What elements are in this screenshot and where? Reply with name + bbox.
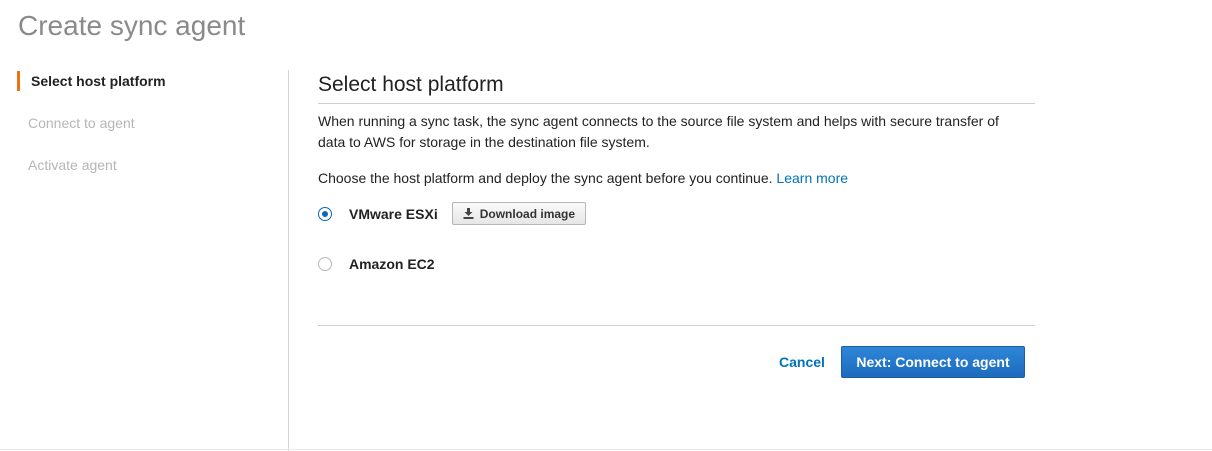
cancel-button[interactable]: Cancel bbox=[779, 354, 825, 370]
vmware-esxi-radio[interactable] bbox=[318, 206, 332, 221]
main-panel: Select host platform When running a sync… bbox=[318, 70, 1035, 378]
section-title: Select host platform bbox=[318, 70, 1035, 104]
vertical-divider bbox=[288, 70, 289, 451]
option-amazon-ec2: Amazon EC2 bbox=[318, 256, 435, 272]
step-activate-agent[interactable]: Activate agent bbox=[0, 154, 288, 176]
step-connect-to-agent[interactable]: Connect to agent bbox=[0, 112, 288, 134]
vmware-esxi-label[interactable]: VMware ESXi bbox=[349, 206, 438, 222]
page-title: Create sync agent bbox=[18, 10, 246, 41]
learn-more-link[interactable]: Learn more bbox=[776, 170, 848, 186]
footer-divider bbox=[318, 325, 1035, 326]
description-text: When running a sync task, the sync agent… bbox=[318, 113, 999, 150]
next-connect-to-agent-button[interactable]: Next: Connect to agent bbox=[841, 346, 1025, 378]
choose-text: Choose the host platform and deploy the … bbox=[318, 170, 773, 186]
amazon-ec2-label[interactable]: Amazon EC2 bbox=[349, 256, 435, 272]
download-icon bbox=[463, 208, 474, 219]
step-select-host-platform[interactable]: Select host platform bbox=[0, 70, 288, 92]
download-image-label: Download image bbox=[479, 206, 576, 221]
bottom-divider bbox=[0, 449, 1212, 450]
choose-text-line: Choose the host platform and deploy the … bbox=[318, 170, 1035, 186]
download-image-button[interactable]: Download image bbox=[451, 202, 587, 225]
amazon-ec2-radio[interactable] bbox=[318, 257, 332, 271]
option-vmware-esxi: VMware ESXi Download image bbox=[318, 202, 587, 225]
wizard-steps: Select host platform Connect to agent Ac… bbox=[0, 70, 288, 196]
